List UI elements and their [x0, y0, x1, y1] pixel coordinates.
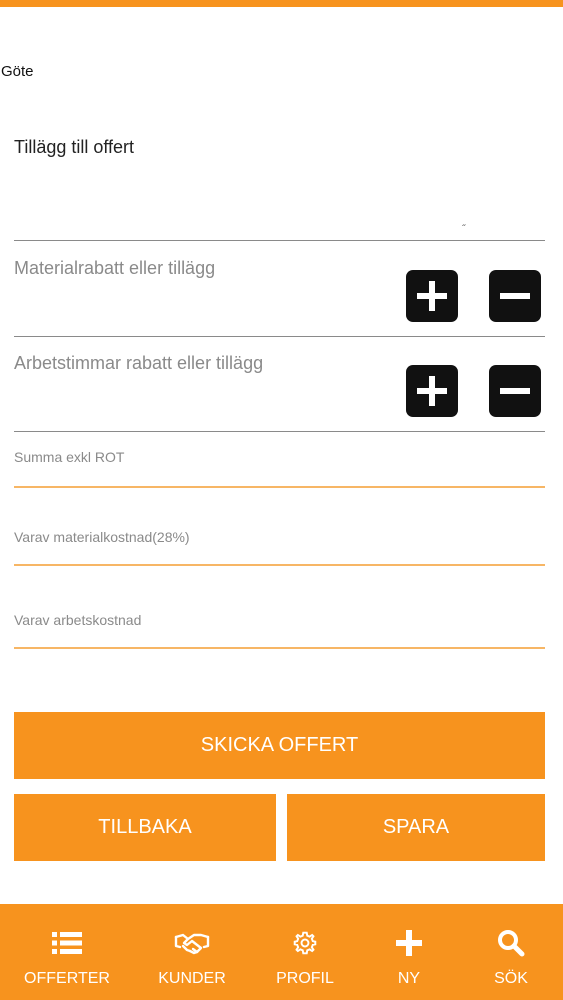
addition-field-label[interactable]: Tillägg till offert	[14, 137, 134, 158]
minus-icon	[500, 293, 530, 299]
material-cost-field[interactable]: Varav materialkostnad(28%)	[14, 529, 190, 545]
material-cost-underline	[14, 564, 545, 566]
nav-label-profile: PROFIL	[276, 970, 334, 987]
top-accent-bar	[0, 0, 563, 7]
material-field-underline	[14, 336, 545, 337]
save-label: SPARA	[382, 816, 450, 838]
send-offer-button[interactable]: SKICKA OFFERT	[14, 712, 545, 779]
send-offer-label: SKICKA OFFERT	[200, 734, 359, 756]
nav-item-offers[interactable]: OFFERTER	[12, 904, 122, 1000]
material-plus-button[interactable]	[406, 270, 458, 322]
handshake-icon	[137, 928, 247, 958]
back-label: TILLBAKA	[98, 816, 192, 838]
material-adjustment-field[interactable]: Materialrabatt eller tillägg	[14, 258, 215, 279]
sum-excl-rot-field[interactable]: Summa exkl ROT	[14, 449, 124, 465]
labor-field-underline	[14, 431, 545, 432]
material-minus-button[interactable]	[489, 270, 541, 322]
plus-icon	[354, 928, 464, 958]
labor-minus-button[interactable]	[489, 365, 541, 417]
sum-field-underline	[14, 486, 545, 488]
customer-name: Göte	[1, 63, 34, 80]
back-button[interactable]: TILLBAKA	[14, 794, 276, 861]
nav-item-profile[interactable]: PROFIL	[250, 904, 360, 1000]
labor-adjustment-field[interactable]: Arbetstimmar rabatt eller tillägg	[14, 353, 263, 374]
labor-plus-button[interactable]	[406, 365, 458, 417]
nav-item-search[interactable]: SÖK	[456, 904, 563, 1000]
gear-icon	[250, 928, 360, 958]
list-icon	[12, 928, 122, 958]
labor-cost-field[interactable]: Varav arbetskostnad	[14, 612, 141, 628]
addition-field-underline	[14, 240, 545, 241]
minus-icon	[500, 388, 530, 394]
textarea-resize-handle[interactable]: ˝	[462, 224, 465, 235]
labor-cost-underline	[14, 647, 545, 649]
nav-label-search: SÖK	[494, 970, 528, 987]
nav-label-new: NY	[397, 970, 421, 987]
search-icon	[456, 928, 563, 958]
bottom-navigation: OFFERTER KUNDER PROFIL NY SÖK	[0, 904, 563, 1000]
nav-label-customers: KUNDER	[158, 970, 226, 987]
nav-item-new[interactable]: NY	[354, 904, 464, 1000]
nav-item-customers[interactable]: KUNDER	[137, 904, 247, 1000]
nav-label-offers: OFFERTER	[24, 970, 110, 987]
save-button[interactable]: SPARA	[287, 794, 545, 861]
